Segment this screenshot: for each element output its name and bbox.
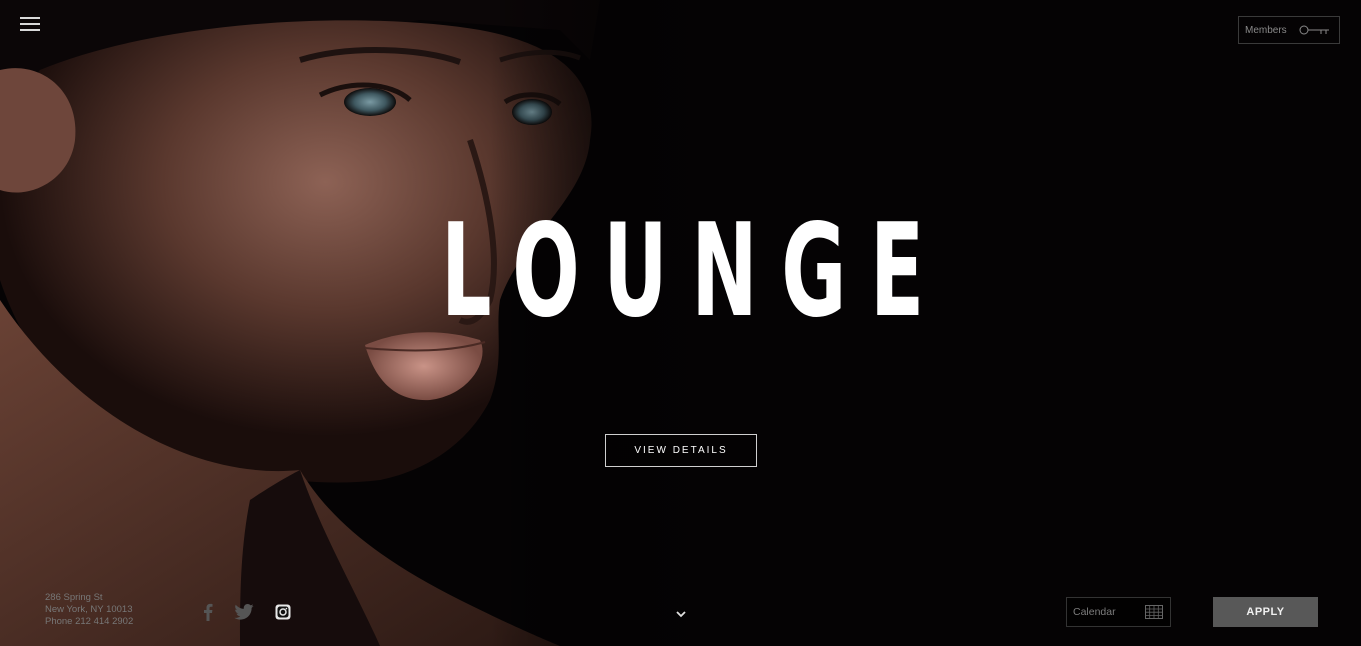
calendar-input[interactable] — [1073, 606, 1141, 618]
address-line-city: New York, NY 10013 — [45, 604, 133, 615]
members-label: Members — [1245, 24, 1287, 36]
hero-title: LOUNGE — [440, 197, 948, 346]
members-button[interactable]: Members — [1238, 16, 1340, 44]
view-details-button[interactable]: VIEW DETAILS — [605, 434, 757, 467]
key-icon — [1299, 25, 1329, 35]
twitter-link[interactable] — [234, 603, 254, 621]
menu-button[interactable] — [20, 17, 40, 33]
address-line-phone: Phone 212 414 2902 — [45, 616, 134, 627]
chevron-down-icon[interactable] — [675, 609, 687, 619]
apply-button[interactable]: APPLY — [1213, 597, 1318, 627]
address-line-street: 286 Spring St — [45, 592, 103, 603]
page: Members LOUNGE VIEW DETAILS 286 Spring S… — [0, 0, 1361, 646]
facebook-icon — [204, 603, 213, 621]
hamburger-icon — [20, 17, 40, 31]
facebook-link[interactable] — [201, 603, 215, 621]
address-block: 286 Spring St New York, NY 10013 Phone 2… — [45, 592, 133, 628]
calendar-field[interactable] — [1066, 597, 1171, 627]
instagram-icon — [275, 604, 291, 620]
twitter-icon — [234, 604, 254, 620]
calendar-grid-icon — [1145, 605, 1163, 619]
instagram-link[interactable] — [274, 603, 292, 621]
